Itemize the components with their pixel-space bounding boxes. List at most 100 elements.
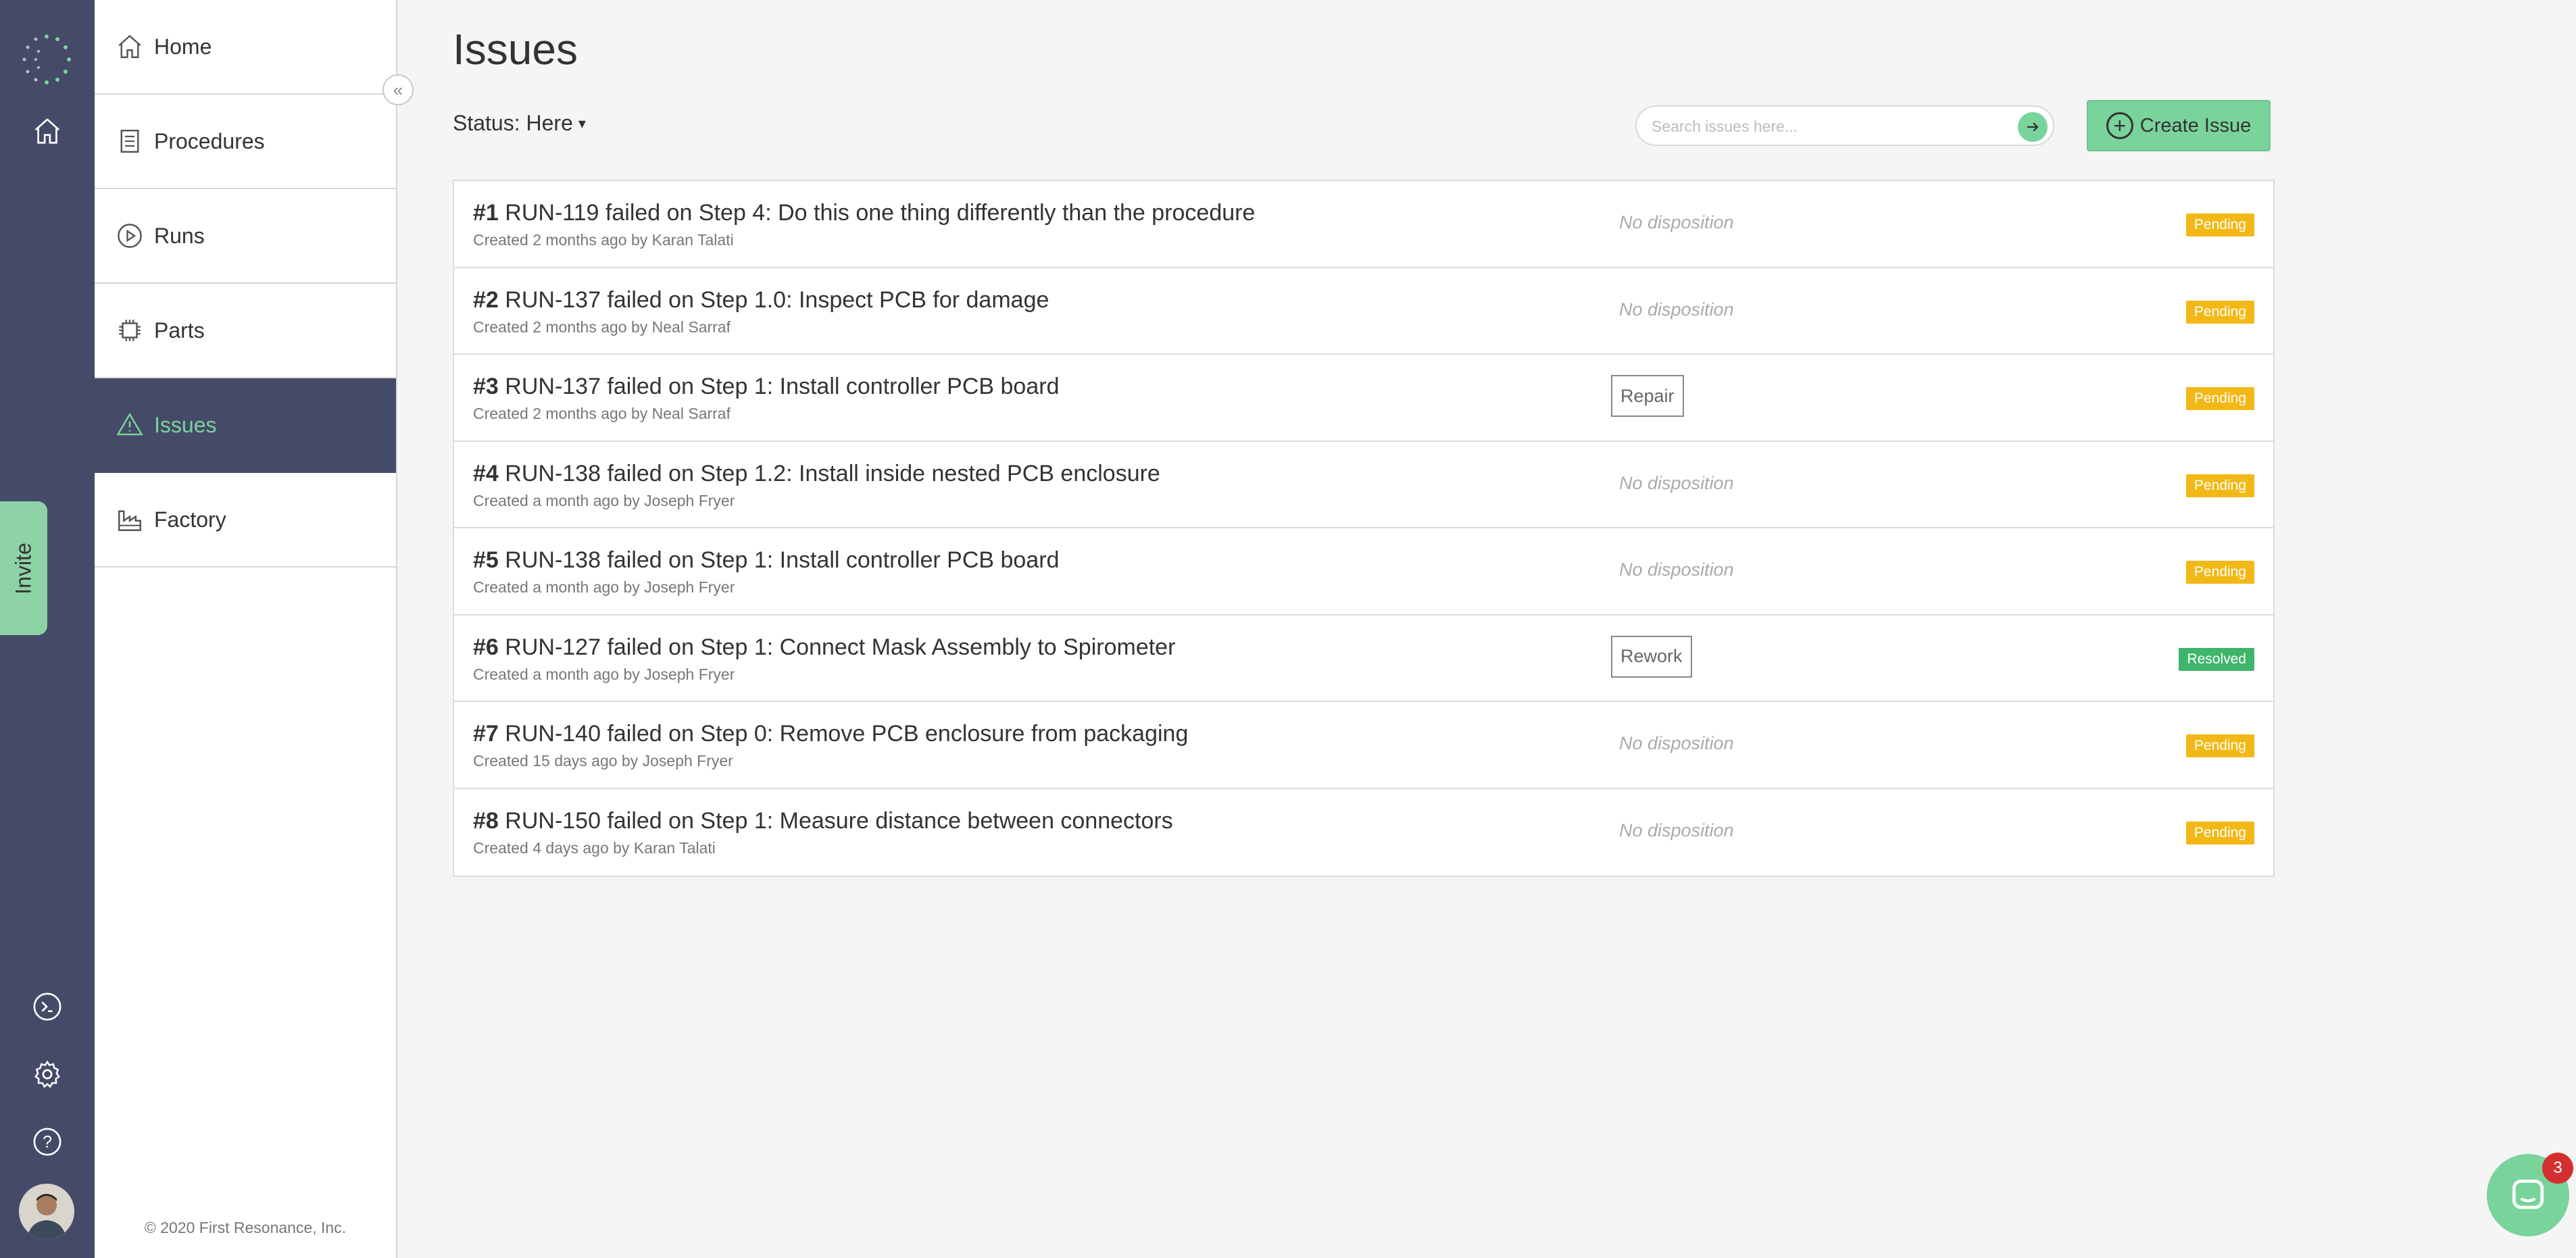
sidebar-item-factory[interactable]: Factory <box>95 473 396 568</box>
issue-title-text: RUN-140 failed on Step 0: Remove PCB enc… <box>505 721 1189 747</box>
sidebar-item-issues[interactable]: Issues <box>95 378 396 473</box>
issue-title[interactable]: #6 RUN-127 failed on Step 1: Connect Mas… <box>473 634 1175 661</box>
issue-list: #1 RUN-119 failed on Step 4: Do this one… <box>453 180 2275 877</box>
status-badge: Pending <box>2185 474 2254 497</box>
issue-row[interactable]: #7 RUN-140 failed on Step 0: Remove PCB … <box>454 702 2273 789</box>
rail-settings-button[interactable] <box>27 1054 68 1095</box>
issue-title[interactable]: #3 RUN-137 failed on Step 1: Install con… <box>473 374 1059 400</box>
issue-title[interactable]: #7 RUN-140 failed on Step 0: Remove PCB … <box>473 721 1188 747</box>
play-icon <box>115 221 145 251</box>
invite-label: Invite <box>11 542 36 595</box>
create-issue-label: Create Issue <box>2139 114 2252 136</box>
help-icon: ? <box>33 1128 61 1156</box>
app-logo-icon[interactable] <box>18 31 75 88</box>
issue-title[interactable]: #8 RUN-150 failed on Step 1: Measure dis… <box>473 808 1173 834</box>
create-issue-button[interactable]: + Create Issue <box>2087 100 2271 151</box>
factory-icon <box>115 505 145 534</box>
terminal-icon <box>33 992 61 1021</box>
sidebar-item-label: Runs <box>154 223 205 248</box>
arrow-right-icon <box>2027 122 2039 132</box>
issue-title[interactable]: #1 RUN-119 failed on Step 4: Do this one… <box>473 200 1255 226</box>
rail-home-button[interactable] <box>27 111 68 151</box>
invite-tab[interactable]: Invite <box>0 501 47 635</box>
status-filter-dropdown[interactable]: Status: Here ▾ <box>453 111 586 136</box>
issue-title-text: RUN-127 failed on Step 1: Connect Mask A… <box>505 634 1176 660</box>
rail-terminal-button[interactable] <box>27 986 68 1027</box>
no-disposition-text: No disposition <box>1619 212 1734 232</box>
gear-icon <box>34 1060 60 1088</box>
issue-title-text: RUN-137 failed on Step 1.0: Inspect PCB … <box>505 286 1049 313</box>
no-disposition-text: No disposition <box>1619 299 1734 320</box>
issue-title[interactable]: #4 RUN-138 failed on Step 1.2: Install i… <box>473 461 1160 487</box>
issue-number: #1 <box>473 200 499 226</box>
search-submit-button[interactable] <box>2018 112 2048 142</box>
home-icon <box>115 32 145 61</box>
issue-number: #7 <box>473 721 499 747</box>
page-title: Issues <box>453 25 578 74</box>
sidebar-item-label: Procedures <box>154 128 265 153</box>
issue-meta: Created a month ago by Joseph Fryer <box>473 578 735 596</box>
no-disposition-text: No disposition <box>1619 472 1734 493</box>
issue-row[interactable]: #8 RUN-150 failed on Step 1: Measure dis… <box>454 789 2273 876</box>
sidebar-item-runs[interactable]: Runs <box>95 189 396 284</box>
issue-row[interactable]: #6 RUN-127 failed on Step 1: Connect Mas… <box>454 615 2273 702</box>
issue-title[interactable]: #2 RUN-137 failed on Step 1.0: Inspect P… <box>473 287 1049 313</box>
copyright-text: © 2020 First Resonance, Inc. <box>144 1219 347 1236</box>
sidebar-item-label: Home <box>154 34 212 59</box>
disposition-tag: Repair <box>1611 375 1684 417</box>
issue-number: #3 <box>473 374 499 399</box>
issue-meta: Created a month ago by Joseph Fryer <box>473 491 735 509</box>
issue-row[interactable]: #5 RUN-138 failed on Step 1: Install con… <box>454 528 2273 615</box>
chevron-down-icon: ▾ <box>578 114 586 132</box>
status-badge: Pending <box>2185 387 2254 410</box>
issue-number: #5 <box>473 547 499 573</box>
issue-number: #4 <box>473 460 499 486</box>
issue-meta: Created 2 months ago by Karan Talati <box>473 231 734 249</box>
double-chevron-left-icon: « <box>393 79 403 100</box>
issue-row[interactable]: #1 RUN-119 failed on Step 4: Do this one… <box>454 181 2273 268</box>
disposition-tag: Rework <box>1611 635 1692 678</box>
issue-title-text: RUN-137 failed on Step 1: Install contro… <box>505 374 1060 399</box>
status-badge: Pending <box>2185 213 2254 236</box>
user-avatar[interactable] <box>19 1184 74 1239</box>
chat-icon <box>2512 1180 2544 1209</box>
issue-title-text: RUN-138 failed on Step 1: Install contro… <box>505 547 1060 573</box>
status-badge: Pending <box>2185 300 2254 324</box>
sidebar-item-label: Factory <box>154 507 226 532</box>
no-disposition-text: No disposition <box>1619 559 1734 580</box>
issue-meta: Created 2 months ago by Neal Sarraf <box>473 405 730 422</box>
sidebar-item-parts[interactable]: Parts <box>95 284 396 378</box>
issue-number: #8 <box>473 807 499 834</box>
sidebar-item-procedures[interactable]: Procedures <box>95 95 396 189</box>
status-badge: Pending <box>2185 561 2254 584</box>
home-icon <box>34 118 60 144</box>
sidebar-nav: Home Procedures Runs Parts Issues Factor… <box>95 0 397 1258</box>
collapse-sidebar-button[interactable]: « <box>382 74 414 105</box>
issue-title-text: RUN-138 failed on Step 1.2: Install insi… <box>505 460 1160 486</box>
rail-help-button[interactable]: ? <box>27 1122 68 1162</box>
status-badge: Pending <box>2185 734 2254 757</box>
unread-count-badge: 3 <box>2542 1153 2573 1184</box>
search-input[interactable] <box>1652 115 2003 138</box>
no-disposition-text: No disposition <box>1619 820 1734 840</box>
search-box <box>1635 105 2054 146</box>
document-icon <box>115 126 145 156</box>
issue-row[interactable]: #4 RUN-138 failed on Step 1.2: Install i… <box>454 442 2273 528</box>
issue-meta: Created 4 days ago by Karan Talati <box>473 838 716 857</box>
sidebar-item-label: Issues <box>154 412 217 437</box>
issue-title-text: RUN-150 failed on Step 1: Measure distan… <box>505 807 1173 834</box>
no-disposition-text: No disposition <box>1619 733 1734 753</box>
issue-meta: Created a month ago by Joseph Fryer <box>473 665 735 683</box>
issue-number: #6 <box>473 634 499 660</box>
issue-row[interactable]: #3 RUN-137 failed on Step 1: Install con… <box>454 355 2273 442</box>
issue-meta: Created 2 months ago by Neal Sarraf <box>473 318 730 336</box>
status-badge: Pending <box>2185 821 2254 845</box>
svg-text:?: ? <box>43 1133 52 1152</box>
chip-icon <box>115 316 145 345</box>
status-badge: Resolved <box>2179 647 2254 671</box>
issue-title[interactable]: #5 RUN-138 failed on Step 1: Install con… <box>473 547 1059 574</box>
warning-icon <box>115 410 145 440</box>
issue-title-text: RUN-119 failed on Step 4: Do this one th… <box>505 200 1256 226</box>
issue-row[interactable]: #2 RUN-137 failed on Step 1.0: Inspect P… <box>454 268 2273 355</box>
sidebar-item-home[interactable]: Home <box>95 0 396 95</box>
